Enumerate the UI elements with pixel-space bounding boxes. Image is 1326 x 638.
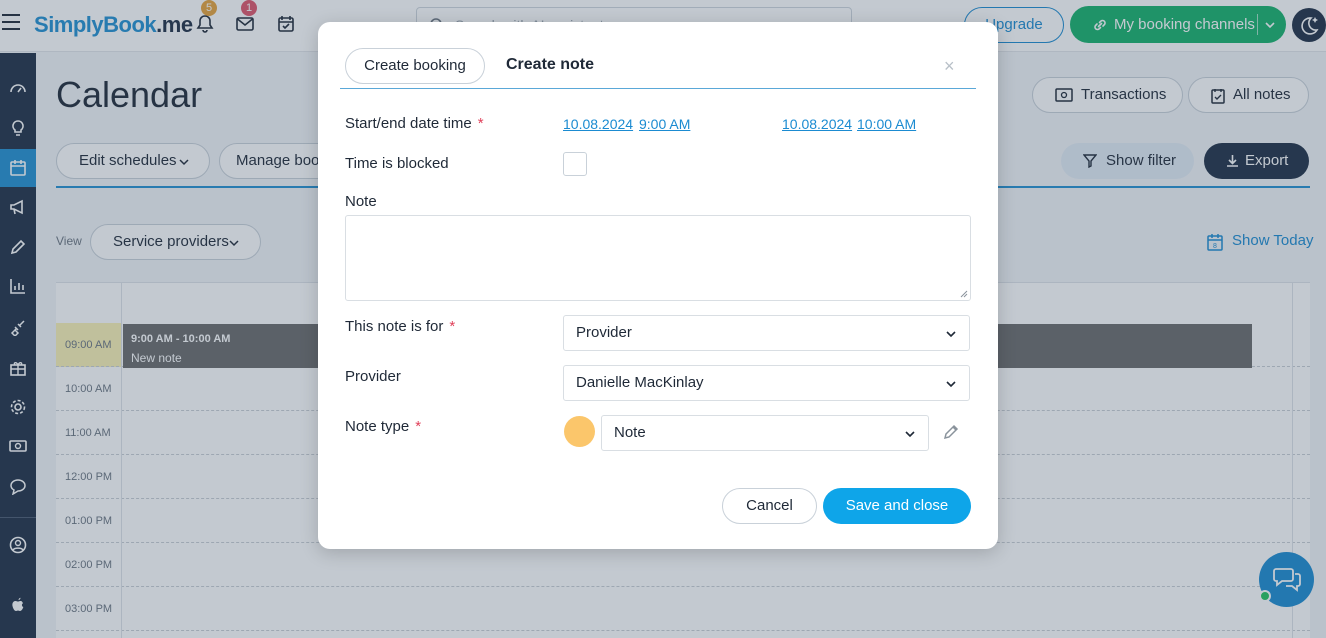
create-note-dialog: Create booking Create note × Start/end d… <box>318 22 998 549</box>
required-mark: * <box>415 418 422 435</box>
note-textarea[interactable] <box>345 215 971 301</box>
start-date-link[interactable]: 10.08.2024 <box>563 116 633 132</box>
note-type-label: Note type * <box>345 418 421 435</box>
time-blocked-label: Time is blocked <box>345 155 449 172</box>
resize-handle-icon[interactable] <box>960 290 968 298</box>
required-mark: * <box>477 115 484 132</box>
time-blocked-checkbox[interactable] <box>563 152 587 176</box>
note-for-label: This note is for * <box>345 318 455 335</box>
provider-select[interactable]: Danielle MacKinlay <box>563 365 970 401</box>
start-time-link[interactable]: 9:00 AM <box>639 116 690 132</box>
provider-label: Provider <box>345 368 401 385</box>
chevron-down-icon <box>905 431 915 438</box>
cancel-button[interactable]: Cancel <box>722 488 817 524</box>
start-end-label: Start/end date time * <box>345 115 484 132</box>
note-label: Note <box>345 193 377 210</box>
note-type-select[interactable]: Note <box>601 415 929 451</box>
note-for-label-text: This note is for <box>345 318 444 335</box>
chevron-down-icon <box>946 381 956 388</box>
required-mark: * <box>449 318 456 335</box>
edit-pencil-icon[interactable] <box>942 423 960 441</box>
tabs-underline <box>340 88 976 89</box>
note-type-value: Note <box>614 424 646 441</box>
chevron-down-icon <box>946 331 956 338</box>
end-time-link[interactable]: 10:00 AM <box>857 116 916 132</box>
start-end-label-text: Start/end date time <box>345 115 472 132</box>
note-for-value: Provider <box>576 324 632 341</box>
tab-create-note[interactable]: Create note <box>506 56 594 74</box>
close-icon[interactable]: × <box>944 56 955 77</box>
note-for-select[interactable]: Provider <box>563 315 970 351</box>
note-color-swatch[interactable] <box>564 416 595 447</box>
save-and-close-button[interactable]: Save and close <box>823 488 971 524</box>
tab-create-booking[interactable]: Create booking <box>345 48 485 84</box>
end-date-link[interactable]: 10.08.2024 <box>782 116 852 132</box>
note-type-label-text: Note type <box>345 418 410 435</box>
provider-value: Danielle MacKinlay <box>576 374 704 391</box>
